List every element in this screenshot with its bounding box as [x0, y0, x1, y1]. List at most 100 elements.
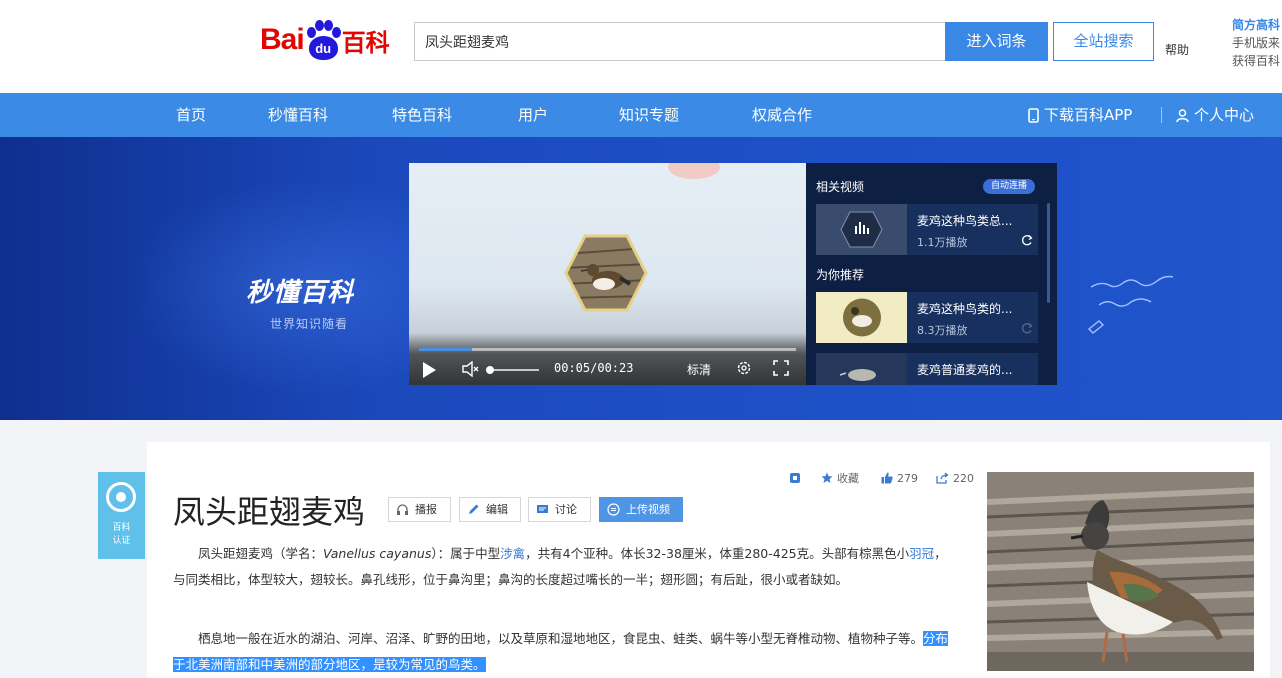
nav-divider: [1161, 107, 1162, 123]
audio-thumbnail: [816, 204, 907, 255]
badge-text: 百科 认证: [98, 522, 145, 548]
side-scrollbar[interactable]: [1047, 203, 1050, 303]
star-icon: [821, 472, 833, 483]
volume-muted-icon[interactable]: [462, 361, 480, 377]
related-videos-heading: 相关视频: [816, 180, 865, 194]
nav-item-topics[interactable]: 知识专题: [619, 93, 679, 137]
fullscreen-icon[interactable]: [773, 360, 789, 376]
search-input[interactable]: [414, 22, 946, 61]
play-icon[interactable]: [423, 362, 436, 378]
video-plays: 1.1万播放: [917, 236, 968, 249]
bird-thumbnail: [816, 353, 907, 385]
video-title: 麦鸡这种鸟类总...: [917, 214, 1013, 228]
like-button[interactable]: 279: [881, 471, 918, 487]
autoplay-toggle[interactable]: 自动连播: [983, 179, 1035, 194]
badge-line-2: 认证: [112, 536, 131, 546]
wader-link[interactable]: 涉禽: [500, 546, 525, 561]
video-title: 麦鸡这种鸟类的...: [917, 302, 1013, 316]
p1-text-a: 凤头距翅麦鸡（学名：: [198, 546, 324, 561]
help-link[interactable]: 帮助: [1165, 41, 1189, 58]
related-video-card[interactable]: 麦鸡普通麦鸡的...: [816, 353, 1038, 385]
miaodong-logo-text: 秒懂百科: [246, 278, 355, 308]
user-center-label: 个人中心: [1194, 106, 1255, 124]
thumbs-up-icon: [881, 472, 893, 484]
paw-icon: du: [305, 20, 341, 60]
collect-label: 收藏: [837, 472, 859, 485]
upload-label: 上传视频: [626, 503, 670, 516]
share-icon[interactable]: [1021, 322, 1033, 334]
nav-item-users[interactable]: 用户: [518, 93, 548, 137]
promo-line-2: 获得百科: [1232, 54, 1281, 68]
time-readout: 00:05/00:23: [554, 361, 634, 375]
p2-text-a: 栖息地一般在近水的湖泊、河岸、沼泽、旷野的田地，以及草原和湿地地区，食昆虫、蛙类…: [198, 631, 924, 646]
miaodong-slogan: 世界知识随看: [270, 317, 349, 331]
video-player[interactable]: 00:05/00:23 标清: [409, 163, 806, 385]
collect-button[interactable]: 收藏: [821, 471, 859, 487]
p1-text-c: ，共有4个亚种。体长32-38厘米，体重280-425克。头部有棕黑色小: [525, 546, 910, 561]
logo-text-baike: 百科: [341, 28, 390, 57]
related-videos-panel: 相关视频 自动连播 麦鸡这种鸟类总... 1.1万播放 为你推荐 麦鸡这种鸟类的…: [806, 163, 1057, 385]
player-control-bar: [409, 333, 806, 385]
share-icon[interactable]: [1021, 234, 1033, 246]
nav-item-featured[interactable]: 特色百科: [392, 93, 452, 137]
app-promo[interactable]: 简方高科 手机版来 获得百科: [1232, 16, 1282, 70]
summary-paragraph-2: 栖息地一般在近水的湖泊、河岸、沼泽、旷野的田地，以及草原和湿地地区，食昆虫、蛙类…: [173, 626, 955, 678]
certified-badge[interactable]: 百科 认证: [98, 472, 145, 559]
video-plays: 8.3万播放: [917, 324, 968, 337]
chat-icon: [537, 505, 548, 513]
download-app-link[interactable]: 下载百科APP: [1028, 93, 1132, 137]
related-video-card[interactable]: 麦鸡这种鸟类的... 8.3万播放: [816, 292, 1038, 343]
entry-title: 凤头距翅麦鸡: [173, 493, 366, 531]
badge-line-1: 百科: [112, 523, 131, 533]
badge-icon: [106, 482, 136, 512]
video-title: 麦鸡普通麦鸡的...: [917, 363, 1013, 377]
upload-video-button[interactable]: 上传视频: [599, 497, 683, 522]
logo-text-du: du: [308, 36, 338, 60]
latin-name: Vanellus cayanus: [323, 546, 432, 561]
gear-icon[interactable]: [736, 360, 752, 376]
quality-button[interactable]: 标清: [687, 361, 711, 378]
edit-button[interactable]: 编辑: [459, 497, 521, 522]
pink-decoration: [668, 163, 720, 179]
page: Bai du 百科 进入词条 全站搜索 帮助 简方高科 手机版来 获得百科 首页…: [0, 0, 1282, 678]
recommend-heading: 为你推荐: [816, 268, 865, 282]
volume-knob[interactable]: [486, 366, 494, 374]
download-app-label: 下载百科APP: [1044, 106, 1133, 124]
summary-paragraph-1: 凤头距翅麦鸡（学名：Vanellus cayanus）：属于中型涉禽，共有4个亚…: [173, 541, 955, 593]
like-count: 279: [897, 472, 918, 485]
progress-bar[interactable]: [419, 348, 796, 351]
share-button[interactable]: 220: [936, 471, 974, 487]
related-video-card[interactable]: 麦鸡这种鸟类总... 1.1万播放: [816, 204, 1038, 255]
nav-item-partners[interactable]: 权威合作: [752, 93, 812, 137]
headphone-icon: [397, 504, 408, 515]
discuss-button[interactable]: 讨论: [528, 497, 591, 522]
bird-photo[interactable]: [987, 472, 1254, 671]
crest-link[interactable]: 羽冠: [909, 546, 934, 561]
upload-icon: [607, 503, 620, 516]
shield-icon: [790, 473, 800, 483]
handwriting-annotation: [1087, 275, 1174, 334]
bird-thumbnail: [816, 292, 907, 343]
voice-label: 播报: [415, 503, 437, 516]
edit-label: 编辑: [486, 503, 508, 516]
promo-title: 简方高科: [1232, 18, 1281, 32]
nav-item-home[interactable]: 首页: [176, 93, 206, 137]
logo-text-bai: Bai: [260, 23, 305, 56]
progress-fill: [419, 348, 472, 351]
site-search-button[interactable]: 全站搜索: [1053, 22, 1154, 61]
top-header: Bai du 百科 进入词条 全站搜索 帮助 简方高科 手机版来 获得百科: [0, 0, 1282, 93]
share-icon: [936, 472, 949, 484]
enter-entry-button[interactable]: 进入词条: [945, 22, 1048, 61]
main-nav: 首页 秒懂百科 特色百科 用户 知识专题 权威合作 下载百科APP 个人中心: [0, 93, 1282, 137]
report-button[interactable]: [789, 471, 805, 487]
voice-broadcast-button[interactable]: 播报: [388, 497, 451, 522]
volume-slider[interactable]: [487, 369, 539, 371]
nav-item-miaodong[interactable]: 秒懂百科: [268, 93, 328, 137]
user-icon: [1176, 108, 1189, 122]
bird-hexagon-thumbnail: [564, 234, 648, 312]
promo-line-1: 手机版来: [1232, 36, 1281, 50]
share-count: 220: [953, 472, 974, 485]
baidu-baike-logo[interactable]: Bai du 百科: [260, 18, 390, 62]
p1-text-b: ）：属于中型: [431, 546, 501, 561]
user-center-link[interactable]: 个人中心: [1176, 93, 1254, 137]
